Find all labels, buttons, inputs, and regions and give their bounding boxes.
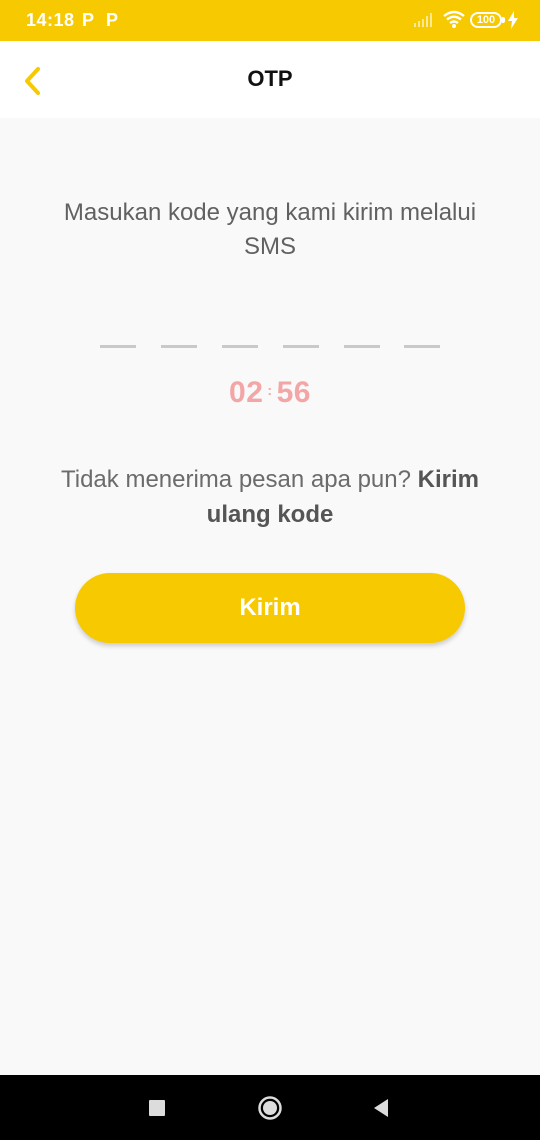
otp-digit-3[interactable] [222, 340, 258, 352]
otp-screen: 14:18 P P 100 OTP Masukan kode yang kami… [0, 0, 540, 1140]
status-time: 14:18 [26, 10, 75, 30]
parking-notification-icon: P [106, 10, 119, 30]
wifi-icon [443, 10, 465, 28]
battery-level: 100 [476, 14, 496, 26]
otp-input [100, 340, 440, 352]
home-circle-icon[interactable] [255, 1093, 285, 1123]
otp-instruction: Masukan kode yang kami kirim melalui SMS [63, 199, 477, 260]
signal-icon [414, 13, 432, 27]
charging-bolt-icon [508, 11, 518, 29]
timer-minutes: 02 [229, 376, 264, 409]
timer-separator: : [267, 382, 273, 398]
status-bar: 14:18 P P 100 [0, 0, 540, 41]
otp-digit-5[interactable] [344, 340, 380, 352]
back-triangle-icon[interactable] [368, 1093, 398, 1123]
submit-button[interactable]: Kirim [75, 573, 465, 643]
parking-notification-icon: P [82, 10, 95, 30]
otp-digit-6[interactable] [404, 340, 440, 352]
system-nav-bar [0, 1075, 540, 1140]
countdown-timer: 02:56 [0, 376, 540, 410]
battery-icon: 100 [470, 12, 505, 28]
otp-digit-2[interactable] [161, 340, 197, 352]
otp-digit-4[interactable] [283, 340, 319, 352]
resend-prefix: Tidak menerima pesan apa pun? [60, 466, 418, 493]
timer-seconds: 56 [276, 376, 311, 409]
otp-digit-1[interactable] [100, 340, 136, 352]
page-title: OTP [247, 66, 293, 91]
recents-square-icon[interactable] [142, 1093, 172, 1123]
resend-text: Tidak menerima pesan apa pun? Kirim ulan… [40, 462, 500, 532]
app-header: OTP [0, 41, 540, 118]
